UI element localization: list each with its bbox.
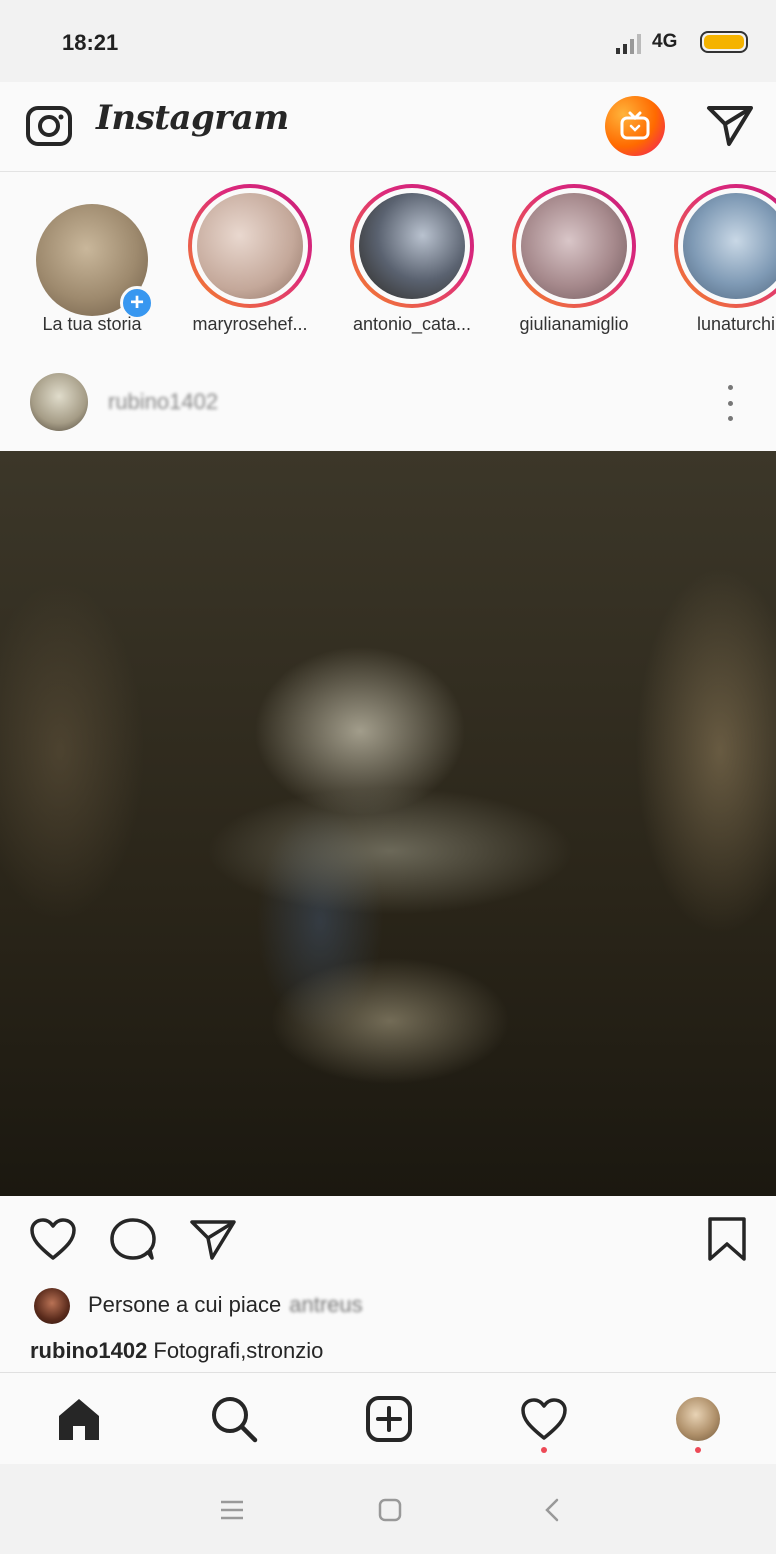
story-item[interactable]: giulianamiglio [510,184,638,344]
network-type: 4G [652,31,678,52]
story-avatar [359,193,465,299]
igtv-icon [620,111,650,140]
stories-tray: + La tua storia maryrosehef... antonio_c… [0,172,776,350]
likes-prefix: Persone a cui piace [88,1292,282,1317]
story-label: antonio_cata... [352,314,472,334]
menu-icon [221,1500,243,1520]
add-post-icon [366,1396,412,1442]
back-button[interactable] [532,1490,572,1530]
caption-username[interactable]: rubino1402 [30,1338,147,1363]
post-author-avatar[interactable] [30,373,88,431]
tab-profile[interactable] [670,1391,726,1453]
direct-message-button[interactable] [705,102,755,148]
home-button[interactable] [370,1490,410,1530]
comment-icon[interactable] [108,1216,158,1262]
back-chevron-icon [545,1498,559,1522]
home-icon [59,1399,99,1440]
likes-text[interactable]: Persone a cui piace antreus [88,1292,363,1318]
search-icon [212,1397,258,1443]
igtv-button[interactable] [605,96,665,156]
share-icon[interactable] [188,1216,238,1262]
status-bar: 18:21 4G [0,0,776,82]
story-item[interactable]: maryrosehef... [186,184,314,344]
signal-bars-icon [616,34,641,54]
tab-home[interactable] [51,1391,107,1447]
story-avatar [197,193,303,299]
tab-new-post[interactable] [361,1391,417,1447]
story-label: giulianamiglio [519,314,629,334]
bookmark-icon[interactable] [702,1216,752,1262]
story-label: La tua storia [42,314,142,334]
camera-icon[interactable] [24,100,74,150]
home-square-icon [378,1498,402,1522]
instagram-logo: Instagram [96,98,289,138]
menu-button[interactable] [212,1490,252,1530]
system-navigation-bar [0,1464,776,1554]
plus-icon: + [129,289,144,316]
story-item[interactable]: antonio_cata... [348,184,476,344]
story-label: lunaturchi [696,314,776,334]
story-label: maryrosehef... [192,314,308,334]
heart-icon[interactable] [28,1216,78,1262]
tab-search[interactable] [206,1391,262,1447]
post-caption: rubino1402 Fotografi,stronzio [0,1328,776,1372]
bottom-tab-bar [0,1372,776,1464]
notification-dot [541,1447,547,1453]
profile-avatar [676,1397,720,1441]
story-item[interactable]: lunaturchi [672,184,776,344]
post-header: rubino1402 [0,355,776,451]
notification-dot [695,1447,701,1453]
status-time: 18:21 [62,30,119,55]
app-header: Instagram [0,82,776,172]
post-author-username[interactable]: rubino1402 [108,389,218,415]
battery-icon [700,31,748,53]
story-avatar [521,193,627,299]
tab-activity[interactable] [516,1391,572,1453]
likes-row: Persone a cui piace antreus [0,1284,776,1328]
liker-avatar [34,1288,70,1324]
post-actions [0,1196,776,1286]
story-avatar [683,193,776,299]
liker-username[interactable]: antreus [289,1292,362,1318]
more-vertical-icon[interactable] [720,385,740,421]
post-image[interactable] [0,451,776,1196]
story-own[interactable]: + La tua storia [4,184,154,344]
activity-heart-icon [521,1398,567,1440]
caption-text: Fotografi,stronzio [153,1338,324,1363]
